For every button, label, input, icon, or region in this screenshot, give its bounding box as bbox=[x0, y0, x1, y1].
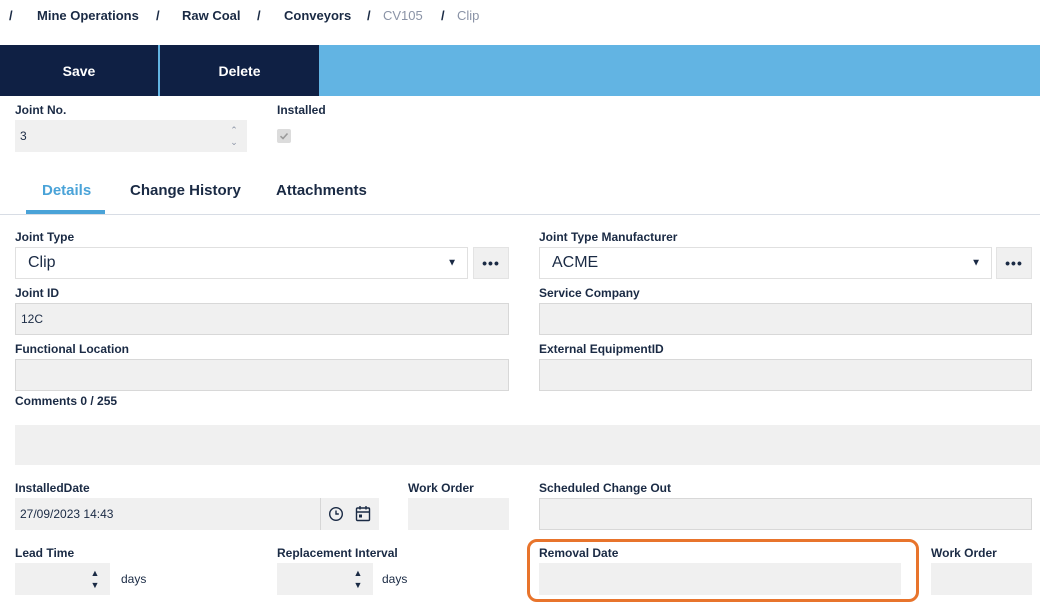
joint-no-label: Joint No. bbox=[15, 103, 67, 117]
breadcrumb-separator: / bbox=[9, 8, 13, 23]
triangle-down-icon[interactable]: ▼ bbox=[91, 579, 100, 591]
breadcrumb-item-mine-operations[interactable]: Mine Operations bbox=[37, 8, 139, 23]
breadcrumb-separator: / bbox=[367, 8, 371, 23]
check-icon bbox=[279, 132, 289, 140]
joint-type-more-button[interactable]: ••• bbox=[473, 247, 509, 279]
comments-label: Comments 0 / 255 bbox=[15, 394, 118, 408]
breadcrumb-separator: / bbox=[441, 8, 445, 23]
caret-down-icon: ▼ bbox=[971, 257, 981, 269]
triangle-down-icon[interactable]: ▼ bbox=[354, 579, 363, 591]
tab-divider bbox=[0, 214, 1040, 215]
tab-attachments[interactable]: Attachments bbox=[276, 182, 367, 199]
lead-time-unit: days bbox=[121, 572, 147, 586]
caret-down-icon: ▼ bbox=[447, 257, 457, 269]
chevron-down-icon[interactable]: ⌄ bbox=[230, 136, 238, 148]
breadcrumb-separator: / bbox=[257, 8, 261, 23]
joint-id-input[interactable]: 12C bbox=[15, 303, 509, 335]
installed-date-value: 27/09/2023 14:43 bbox=[20, 507, 114, 521]
joint-type-select[interactable]: Clip ▼ bbox=[15, 247, 468, 279]
lead-time-stepper[interactable]: ▲ ▼ bbox=[84, 564, 106, 594]
save-button[interactable]: Save bbox=[0, 45, 158, 96]
joint-type-manufacturer-label: Joint Type Manufacturer bbox=[539, 230, 678, 244]
work-order-label: Work Order bbox=[408, 481, 474, 495]
installed-date-input[interactable]: 27/09/2023 14:43 bbox=[15, 498, 379, 530]
scheduled-change-out-label: Scheduled Change Out bbox=[539, 481, 672, 495]
work-order-input[interactable] bbox=[408, 498, 509, 530]
date-picker-divider bbox=[320, 498, 321, 530]
joint-type-manufacturer-select[interactable]: ACME ▼ bbox=[539, 247, 992, 279]
comments-textarea[interactable] bbox=[15, 425, 1040, 465]
joint-no-value: 3 bbox=[20, 129, 27, 143]
calendar-icon[interactable] bbox=[355, 505, 371, 522]
breadcrumb-separator: / bbox=[156, 8, 160, 23]
external-equipment-id-label: External EquipmentID bbox=[539, 342, 664, 356]
breadcrumb-item-cv105[interactable]: CV105 bbox=[383, 8, 423, 23]
work-order-2-input[interactable] bbox=[931, 563, 1032, 595]
joint-type-label: Joint Type bbox=[15, 230, 75, 244]
service-company-input[interactable] bbox=[539, 303, 1032, 335]
removal-date-label: Removal Date bbox=[539, 546, 619, 560]
lead-time-input[interactable]: ▲ ▼ bbox=[15, 563, 110, 595]
installed-label: Installed bbox=[277, 103, 326, 117]
functional-location-input[interactable] bbox=[15, 359, 509, 391]
tab-change-history[interactable]: Change History bbox=[130, 182, 241, 199]
service-company-label: Service Company bbox=[539, 286, 640, 300]
installed-date-label: InstalledDate bbox=[15, 481, 90, 495]
delete-button[interactable]: Delete bbox=[160, 45, 319, 96]
scheduled-change-out-input[interactable] bbox=[539, 498, 1032, 530]
replacement-interval-stepper[interactable]: ▲ ▼ bbox=[347, 564, 369, 594]
chevron-up-icon[interactable]: ⌃ bbox=[230, 124, 238, 136]
external-equipment-id-input[interactable] bbox=[539, 359, 1032, 391]
replacement-interval-label: Replacement Interval bbox=[277, 546, 398, 560]
installed-checkbox[interactable] bbox=[277, 129, 291, 143]
replacement-interval-input[interactable]: ▲ ▼ bbox=[277, 563, 373, 595]
clock-icon[interactable] bbox=[328, 506, 344, 522]
joint-no-input[interactable]: 3 ⌃ ⌄ bbox=[15, 120, 247, 152]
triangle-up-icon[interactable]: ▲ bbox=[91, 567, 100, 579]
joint-type-value: Clip bbox=[28, 254, 56, 271]
replacement-interval-unit: days bbox=[382, 572, 408, 586]
breadcrumb-item-clip: Clip bbox=[457, 8, 480, 23]
joint-no-stepper[interactable]: ⌃ ⌄ bbox=[223, 121, 245, 151]
removal-date-input[interactable] bbox=[539, 563, 901, 595]
functional-location-label: Functional Location bbox=[15, 342, 129, 356]
lead-time-label: Lead Time bbox=[15, 546, 75, 560]
breadcrumb-item-conveyors[interactable]: Conveyors bbox=[284, 8, 351, 23]
joint-type-manufacturer-more-button[interactable]: ••• bbox=[996, 247, 1032, 279]
toolbar: Save Delete bbox=[0, 45, 1040, 96]
tab-details[interactable]: Details bbox=[42, 182, 91, 199]
breadcrumb-item-raw-coal[interactable]: Raw Coal bbox=[182, 8, 241, 23]
work-order-2-label: Work Order bbox=[931, 546, 997, 560]
joint-type-manufacturer-value: ACME bbox=[552, 254, 599, 271]
triangle-up-icon[interactable]: ▲ bbox=[354, 567, 363, 579]
joint-id-label: Joint ID bbox=[15, 286, 59, 300]
